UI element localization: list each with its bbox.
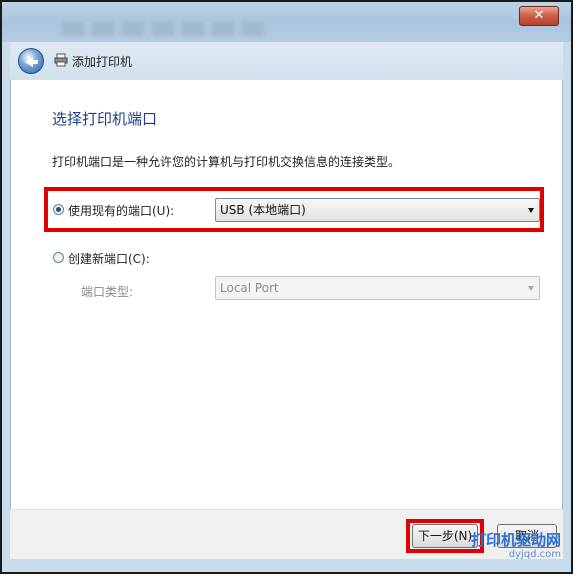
blurred-window-title xyxy=(62,22,272,36)
port-type-value: Local Port xyxy=(220,281,279,295)
next-button[interactable]: 下一步(N) xyxy=(412,524,478,548)
watermark-url: dyjqd.com xyxy=(508,549,561,560)
page-description: 打印机端口是一种允许您的计算机与打印机交换信息的连接类型。 xyxy=(52,155,401,169)
printer-icon xyxy=(54,53,68,67)
watermark: 打印机驱动网 dyjqd.com xyxy=(470,531,561,561)
nav-bar: 添加打印机 xyxy=(10,42,563,80)
existing-port-value: USB (本地端口) xyxy=(220,203,306,217)
existing-port-label[interactable]: 使用现有的端口(U): xyxy=(68,202,174,219)
chevron-down-icon xyxy=(528,286,534,291)
existing-port-radio[interactable] xyxy=(53,204,64,215)
title-bar: ✕ xyxy=(2,2,571,42)
port-type-label: 端口类型: xyxy=(81,285,134,299)
new-port-radio[interactable] xyxy=(53,252,64,263)
back-arrow-icon[interactable] xyxy=(18,48,44,74)
wizard-window: ✕ 添加打印机 选择打印机端口 打印机端口是一种允许您的计算机与打印机交换信息的… xyxy=(0,0,573,574)
port-type-select[interactable]: Local Port xyxy=(215,276,540,300)
wizard-title: 添加打印机 xyxy=(72,55,133,69)
close-button[interactable]: ✕ xyxy=(519,6,559,26)
existing-port-select[interactable]: USB (本地端口) xyxy=(215,198,540,222)
new-port-label[interactable]: 创建新端口(C): xyxy=(68,250,150,267)
wizard-content: 选择打印机端口 打印机端口是一种允许您的计算机与打印机交换信息的连接类型。 使用… xyxy=(10,80,563,509)
chevron-down-icon xyxy=(528,208,534,213)
watermark-name: 打印机驱动网 xyxy=(470,531,561,549)
page-title: 选择打印机端口 xyxy=(52,110,158,128)
